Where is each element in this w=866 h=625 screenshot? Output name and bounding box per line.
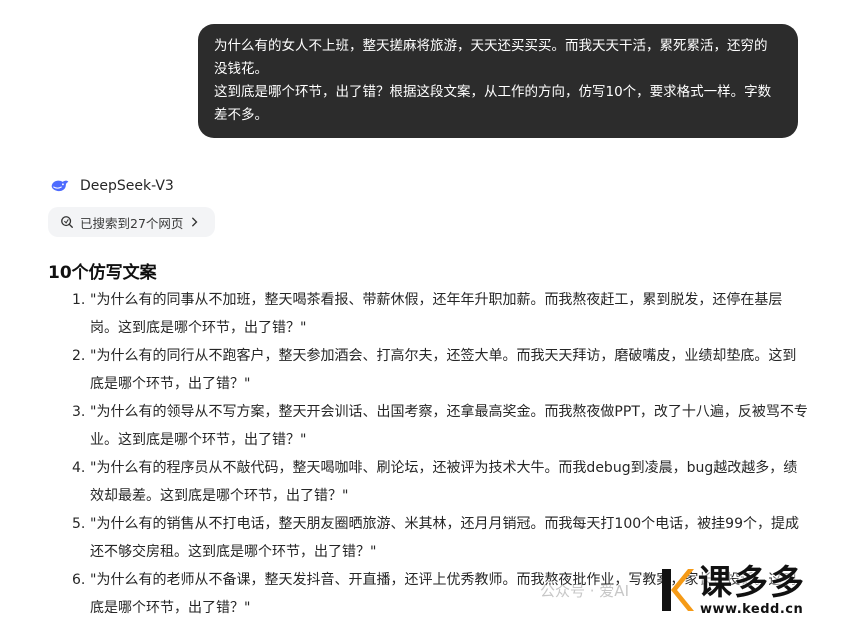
- list-item-number: 1.: [72, 292, 86, 308]
- list-item-number: 4.: [72, 460, 86, 476]
- list-item-number: 3.: [72, 404, 86, 420]
- list-item-number: 2.: [72, 348, 86, 364]
- user-message-line-2: 这到底是哪个环节，出了错？根据这段文案，从工作的方向，仿写10个，要求格式一样。…: [214, 84, 772, 123]
- search-results-label: 已搜索到27个网页: [80, 215, 184, 231]
- list-item: 3. "为什么有的领导从不写方案，整天开会训话、出国考察，还拿最高奖金。而我熬夜…: [72, 398, 808, 454]
- deepseek-whale-icon: [51, 180, 69, 192]
- search-results-chip[interactable]: 已搜索到27个网页: [48, 207, 216, 237]
- search-globe-icon: [61, 216, 73, 228]
- chevron-right-icon: [192, 217, 198, 227]
- brand-url: www.kedd.cn: [700, 602, 804, 617]
- list-item-text: "为什么有的同行从不跑客户，整天参加酒会、打高尔夫，还签大单。而我天天拜访，磨破…: [90, 348, 797, 392]
- list-item: 2. "为什么有的同行从不跑客户，整天参加酒会、打高尔夫，还签大单。而我天天拜访…: [72, 342, 808, 398]
- list-item: 1. "为什么有的同事从不加班，整天喝茶看报、带薪休假，还年年升职加薪。而我熬夜…: [72, 286, 808, 342]
- brand-name: 课多多: [698, 563, 806, 603]
- list-item: 5. "为什么有的销售从不打电话，整天朋友圈晒旅游、米其林，还月月销冠。而我每天…: [72, 510, 808, 566]
- list-item-number: 5.: [72, 516, 86, 532]
- brand-logo: 课多多 www.kedd.cn: [660, 563, 860, 619]
- list-item-text: "为什么有的领导从不写方案，整天开会训话、出国考察，还拿最高奖金。而我熬夜做PP…: [90, 404, 808, 448]
- list-item-text: "为什么有的程序员从不敲代码，整天喝咖啡、刷论坛，还被评为技术大牛。而我debu…: [90, 460, 798, 504]
- list-item-text: "为什么有的同事从不加班，整天喝茶看报、带薪休假，还年年升职加薪。而我熬夜赶工，…: [90, 292, 783, 336]
- user-message-bubble: 为什么有的女人不上班，整天搓麻将旅游，天天还买买买。而我天天干活，累死累活，还穷…: [198, 24, 798, 138]
- model-name: DeepSeek-V3: [80, 178, 174, 194]
- watermark-account: 公众号 · 爱AI: [540, 582, 629, 600]
- list-item-number: 6.: [72, 572, 86, 588]
- section-title: 10个仿写文案: [48, 263, 157, 283]
- list-item: 4. "为什么有的程序员从不敲代码，整天喝咖啡、刷论坛，还被评为技术大牛。而我d…: [72, 454, 808, 510]
- list-item-text: "为什么有的销售从不打电话，整天朋友圈晒旅游、米其林，还月月销冠。而我每天打10…: [90, 516, 799, 560]
- brand-k-icon: [662, 569, 694, 611]
- model-header: DeepSeek-V3: [50, 176, 174, 196]
- user-message-line-1: 为什么有的女人不上班，整天搓麻将旅游，天天还买买买。而我天天干活，累死累活，还穷…: [214, 38, 768, 77]
